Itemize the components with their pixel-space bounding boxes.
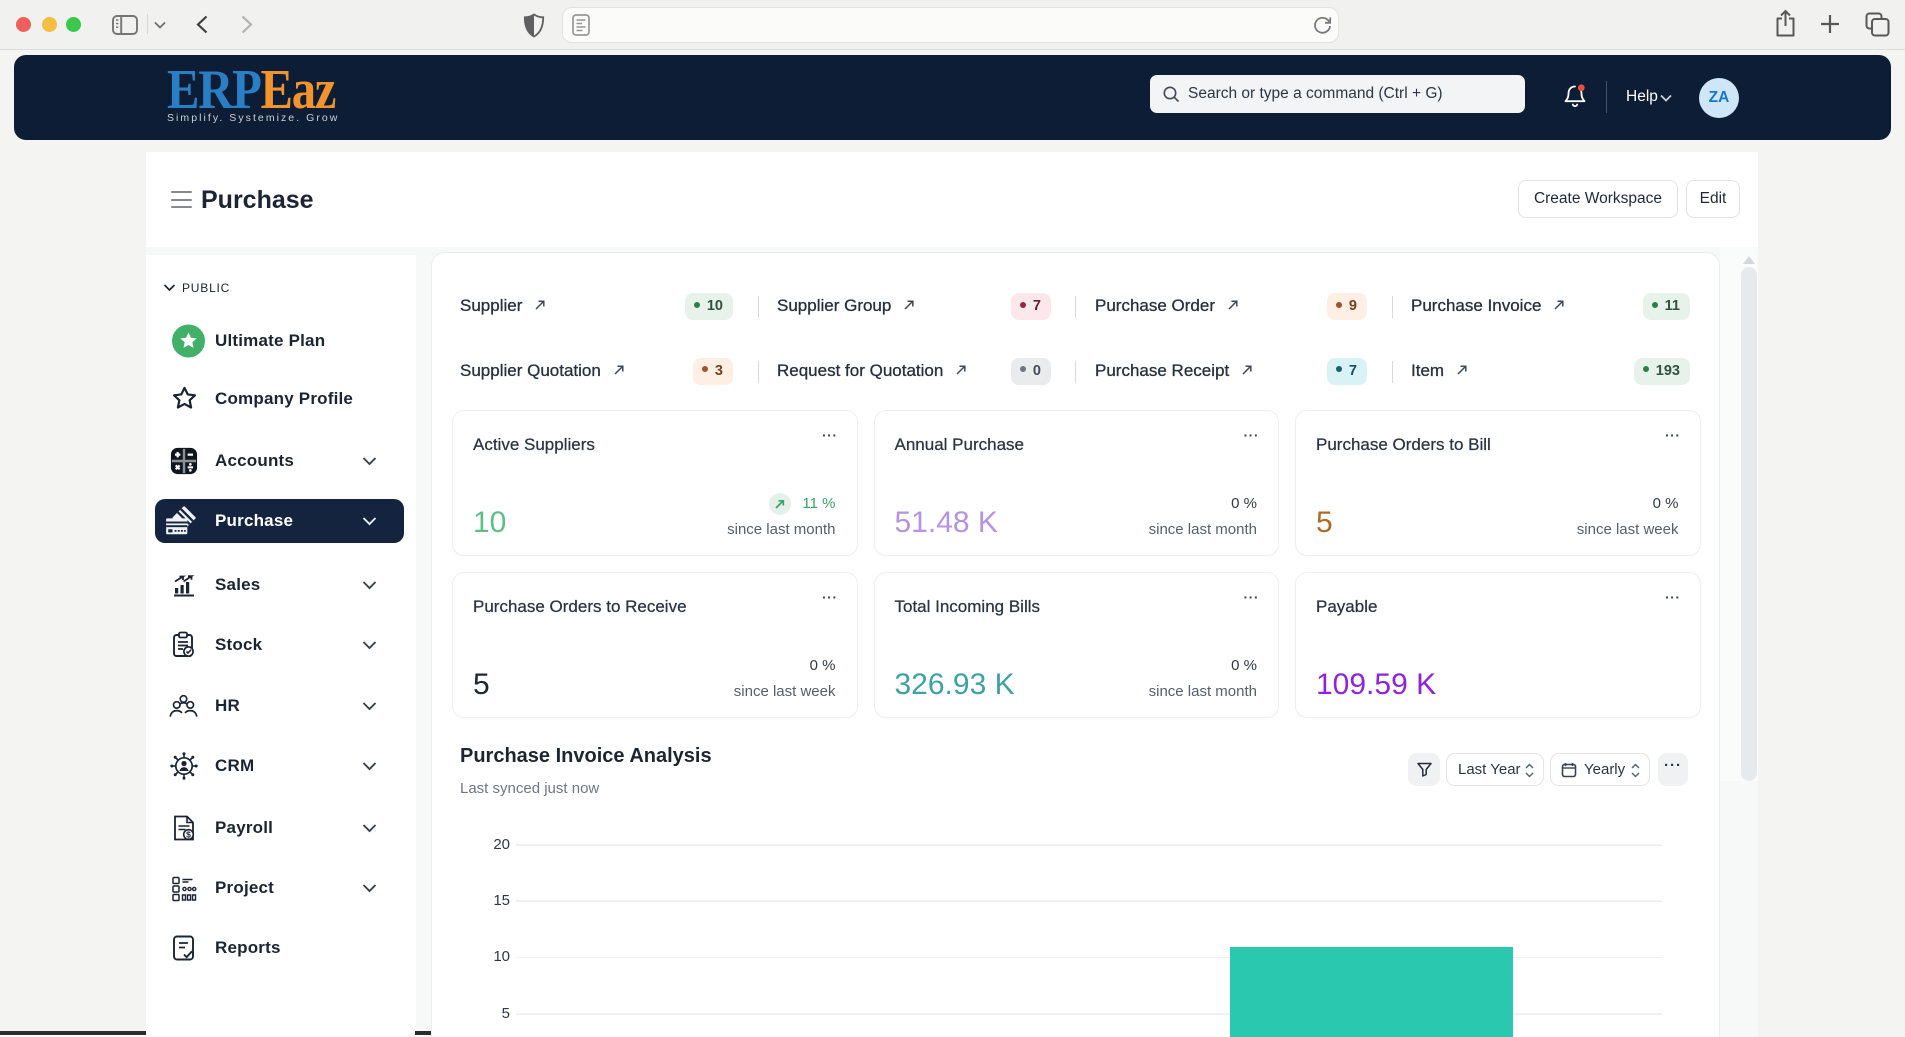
svg-text:$: $ — [186, 829, 191, 839]
